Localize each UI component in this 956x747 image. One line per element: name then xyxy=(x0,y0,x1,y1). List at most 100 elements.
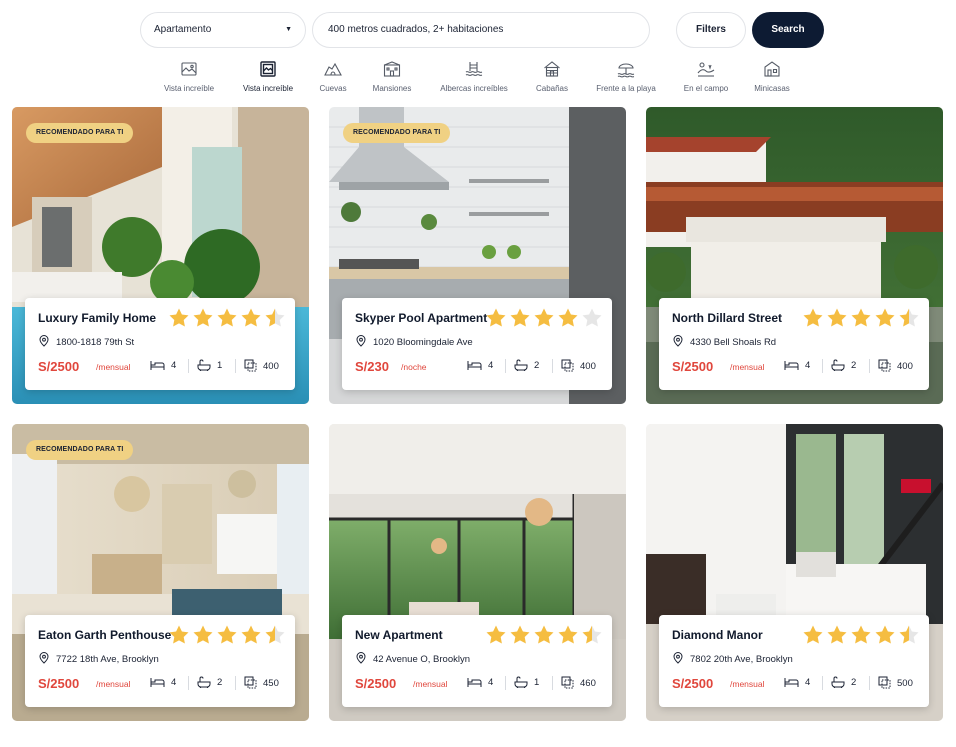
listing-address: 4330 Bell Shoals Rd xyxy=(672,335,776,348)
cabin-icon xyxy=(544,61,560,77)
star-icon xyxy=(803,308,823,327)
area-value: 400 xyxy=(897,361,913,372)
category-cabanas[interactable]: Cabañas xyxy=(512,60,592,93)
price-period: /mensual xyxy=(730,679,765,689)
address-text: 42 Avenue O, Brooklyn xyxy=(373,654,470,665)
star-rating xyxy=(486,308,602,327)
listing-card[interactable]: RECOMENDADO PARA TI Eaton Garth Penthous… xyxy=(12,424,309,721)
address-text: 7802 20th Ave, Brooklyn xyxy=(690,654,793,665)
divider xyxy=(235,676,236,690)
category-label: Albercas increíbles xyxy=(440,84,508,93)
recommended-badge: RECOMENDADO PARA TI xyxy=(26,440,134,460)
star-icon xyxy=(534,308,554,327)
star-icon xyxy=(827,625,847,644)
bed-icon xyxy=(784,361,799,370)
star-icon xyxy=(265,308,285,327)
divider xyxy=(505,359,506,373)
countryside-icon xyxy=(697,62,715,77)
bedrooms: 4 xyxy=(784,676,810,690)
bathroom-count: 2 xyxy=(217,677,223,688)
bedroom-count: 4 xyxy=(488,677,494,688)
bedroom-count: 4 xyxy=(805,677,811,688)
listing-title: Eaton Garth Penthouse xyxy=(38,628,172,642)
bathrooms: 1 xyxy=(514,676,539,690)
pool-waves-icon xyxy=(465,62,483,76)
star-rating xyxy=(803,625,919,644)
bedroom-count: 4 xyxy=(805,360,811,371)
category-label: Mansiones xyxy=(372,84,412,93)
category-vista-increible-1[interactable]: Vista increíble xyxy=(149,60,229,93)
divider xyxy=(235,359,236,373)
star-icon xyxy=(558,625,578,644)
category-albercas[interactable]: Albercas increíbles xyxy=(434,60,514,93)
listing-info-panel: Luxury Family Home 1800-1818 79th St S/2… xyxy=(25,298,295,390)
cave-icon xyxy=(324,62,342,76)
category-label: Frente a la playa xyxy=(596,84,656,93)
price-period: /mensual xyxy=(413,679,448,689)
star-icon xyxy=(510,308,530,327)
area-value: 450 xyxy=(263,678,279,689)
search-button[interactable]: Search xyxy=(752,12,824,48)
star-icon xyxy=(241,625,261,644)
star-icon xyxy=(851,625,871,644)
area-value: 400 xyxy=(580,361,596,372)
star-icon xyxy=(875,625,895,644)
star-icon xyxy=(265,625,285,644)
star-icon xyxy=(582,308,602,327)
search-input[interactable]: 400 metros cuadrados, 2+ habitaciones xyxy=(312,12,650,48)
bed-icon xyxy=(150,361,165,370)
star-rating xyxy=(169,308,285,327)
bathrooms: 2 xyxy=(514,359,539,373)
listing-card[interactable]: Diamond Manor 7802 20th Ave, Brooklyn S/… xyxy=(646,424,943,721)
listing-info-panel: New Apartment 42 Avenue O, Brooklyn S/25… xyxy=(342,615,612,707)
category-label: Minicasas xyxy=(754,84,790,93)
divider xyxy=(822,676,823,690)
listing-card[interactable]: New Apartment 42 Avenue O, Brooklyn S/25… xyxy=(329,424,626,721)
listing-card[interactable]: RECOMENDADO PARA TI Skyper Pool Apartmen… xyxy=(329,107,626,404)
star-icon xyxy=(534,625,554,644)
category-playa[interactable]: Frente a la playa xyxy=(586,60,666,93)
bathroom-count: 2 xyxy=(851,360,857,371)
area: 500 xyxy=(878,676,913,690)
bedrooms: 4 xyxy=(467,676,493,690)
star-icon xyxy=(558,308,578,327)
listing-price: S/2500 xyxy=(672,359,714,374)
listing-address: 42 Avenue O, Brooklyn xyxy=(355,652,470,665)
listing-address: 7722 18th Ave, Brooklyn xyxy=(38,652,159,665)
location-pin-icon xyxy=(673,335,683,347)
floor-area-icon xyxy=(561,676,574,689)
divider xyxy=(552,676,553,690)
divider xyxy=(188,676,189,690)
area: 460 xyxy=(561,676,596,690)
price-period: /mensual xyxy=(96,679,131,689)
price-period: /mensual xyxy=(96,362,131,372)
listing-title: Skyper Pool Apartment xyxy=(355,311,488,325)
location-pin-icon xyxy=(673,652,683,664)
bathrooms: 2 xyxy=(197,676,222,690)
area: 450 xyxy=(244,676,279,690)
listing-card[interactable]: North Dillard Street 4330 Bell Shoals Rd… xyxy=(646,107,943,404)
listing-price: S/2500 xyxy=(672,676,714,691)
listing-card[interactable]: RECOMENDADO PARA TI Luxury Family Home 1… xyxy=(12,107,309,404)
star-rating xyxy=(486,625,602,644)
filters-button[interactable]: Filters xyxy=(676,12,746,48)
bathtub-icon xyxy=(514,676,528,689)
floor-area-icon xyxy=(244,359,257,372)
star-icon xyxy=(875,308,895,327)
bed-icon xyxy=(467,361,482,370)
bathroom-count: 2 xyxy=(534,360,540,371)
area-value: 400 xyxy=(263,361,279,372)
star-icon xyxy=(169,308,189,327)
area-value: 500 xyxy=(897,678,913,689)
category-mansiones[interactable]: Mansiones xyxy=(352,60,432,93)
floor-area-icon xyxy=(244,676,257,689)
divider xyxy=(869,676,870,690)
bathrooms: 2 xyxy=(831,359,856,373)
bedrooms: 4 xyxy=(150,359,176,373)
bed-icon xyxy=(784,678,799,687)
floor-area-icon xyxy=(878,676,891,689)
bathtub-icon xyxy=(831,676,845,689)
bed-icon xyxy=(467,678,482,687)
property-type-select[interactable]: Apartamento ▼ xyxy=(140,12,306,48)
category-minicasas[interactable]: Minicasas xyxy=(732,60,812,93)
